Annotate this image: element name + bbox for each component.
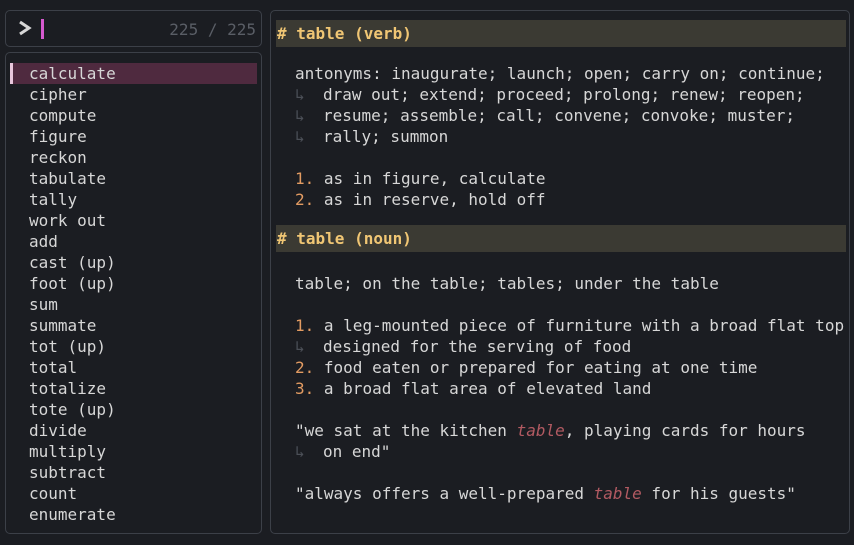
list-item[interactable]: subtract — [6, 462, 261, 483]
list-item[interactable]: add — [6, 231, 261, 252]
list-item[interactable]: cast (up) — [6, 252, 261, 273]
continuation-icon: ↳ — [295, 337, 305, 356]
list-item[interactable]: tally — [6, 189, 261, 210]
sense-item: 2. food eaten or prepared for eating at … — [295, 358, 758, 377]
antonyms-line: ↳ resume; assemble; call; convene; convok… — [295, 106, 796, 125]
list-item[interactable]: reckon — [6, 147, 261, 168]
antonyms-line: antonyms: inaugurate; launch; open; carr… — [295, 64, 825, 83]
chevron-right-icon — [19, 20, 32, 36]
section-header-verb: # table (verb) — [276, 20, 846, 47]
list-item[interactable]: compute — [6, 105, 261, 126]
section-header-noun: # table (noun) — [276, 225, 846, 252]
continuation-icon: ↳ — [295, 442, 305, 461]
sense-item: 3. a broad flat area of elevated land — [295, 379, 652, 398]
list-item[interactable]: tote (up) — [6, 399, 261, 420]
list-item[interactable]: divide — [6, 420, 261, 441]
sense-item: 1. a leg-mounted piece of furniture with… — [295, 316, 845, 335]
sense-item: ↳ designed for the serving of food — [295, 337, 632, 356]
word-forms: table; on the table; tables; under the t… — [295, 274, 719, 293]
antonyms-line: ↳ rally; summon — [295, 127, 449, 146]
list-item[interactable]: tabulate — [6, 168, 261, 189]
continuation-icon: ↳ — [295, 85, 305, 104]
list-item[interactable]: tot (up) — [6, 336, 261, 357]
results-list[interactable]: calculate cipher compute figure reckon tabula… — [5, 52, 262, 534]
list-item[interactable]: summate — [6, 315, 261, 336]
list-item[interactable]: count — [6, 483, 261, 504]
continuation-icon: ↳ — [295, 106, 305, 125]
results-list-items: calculate cipher compute figure reckon tabula… — [6, 63, 261, 525]
list-item[interactable]: enumerate — [6, 504, 261, 525]
match-counter: 225 / 225 — [169, 20, 256, 39]
list-item[interactable]: foot (up) — [6, 273, 261, 294]
list-item[interactable]: totalize — [6, 378, 261, 399]
example-sentence: "always offers a well-prepared table for… — [295, 484, 796, 503]
list-item[interactable]: sum — [6, 294, 261, 315]
list-item[interactable]: total — [6, 357, 261, 378]
list-item[interactable]: cipher — [6, 84, 261, 105]
list-item[interactable]: figure — [6, 126, 261, 147]
sense-item: 1. as in figure, calculate — [295, 169, 546, 188]
preview-pane: # table (verb) antonyms: inaugurate; lau… — [270, 10, 850, 534]
list-item[interactable]: work out — [6, 210, 261, 231]
list-item[interactable]: calculate — [10, 63, 257, 84]
antonyms-line: ↳ draw out; extend; proceed; prolong; ren… — [295, 85, 805, 104]
example-sentence: ↳ on end" — [295, 442, 391, 461]
sense-item: 2. as in reserve, hold off — [295, 190, 546, 209]
example-sentence: "we sat at the kitchen table, playing ca… — [295, 421, 806, 440]
continuation-icon: ↳ — [295, 127, 305, 146]
search-prompt[interactable]: 225 / 225 — [5, 10, 262, 47]
list-item[interactable]: multiply — [6, 441, 261, 462]
text-cursor[interactable] — [41, 19, 44, 39]
